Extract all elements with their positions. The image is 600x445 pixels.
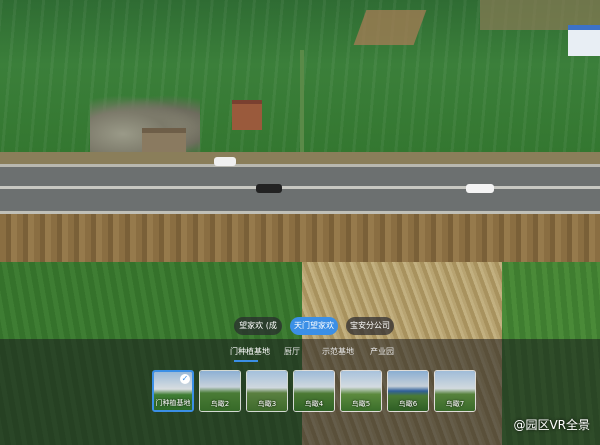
scene-thumbnail[interactable]: 鸟瞰4 [293,370,335,412]
scene-group-pill[interactable]: 望家欢 (成 [234,317,282,335]
thumbnail-label: 鸟瞰2 [210,400,230,408]
dry-verge [0,214,600,262]
scene-thumbnail[interactable]: 鸟瞰7 [434,370,476,412]
watermark: @园区VR全景 [513,418,590,432]
field-path [300,50,304,162]
field-strip [353,10,427,45]
scene-thumbnail[interactable]: 鸟瞰2 [199,370,241,412]
highway [0,164,600,214]
subtab-active[interactable]: 门种植基地 [230,346,270,357]
scene-group-pill-active[interactable]: 天门望家欢 [290,317,338,335]
scene-thumbnail-strip: ✓ 门种植基地 鸟瞰2 鸟瞰3 鸟瞰4 鸟瞰5 鸟瞰6 鸟瞰7 [0,370,600,414]
check-icon: ✓ [180,374,190,384]
thumbnail-label: 鸟瞰6 [398,400,418,408]
scene-thumbnail[interactable]: 鸟瞰3 [246,370,288,412]
car [466,184,494,193]
scene-group-bar: 望家欢 (成 天门望家欢 宝安分公司 [0,317,600,337]
car [256,184,282,193]
farmhouse [142,128,186,153]
car [214,157,236,166]
thumbnail-label: 鸟瞰3 [257,400,277,408]
scene-group-pill[interactable]: 宝安分公司 [346,317,394,335]
farmhouse [232,100,262,130]
building [568,25,600,56]
scene-thumbnail[interactable]: 鸟瞰5 [340,370,382,412]
road-edge-line [0,164,600,167]
subtab-bar: 门种植基地 厨厅 示范基地 产业园 [0,346,600,362]
scene-thumbnail[interactable]: 鸟瞰6 [387,370,429,412]
thumbnail-label: 鸟瞰4 [304,400,324,408]
subtab[interactable]: 厨厅 [284,346,300,357]
thumbnail-label: 鸟瞰5 [351,400,371,408]
scene-thumbnail[interactable]: ✓ 门种植基地 [152,370,194,412]
subtab-active-indicator [234,360,258,362]
subtab[interactable]: 产业园 [370,346,394,357]
thumbnail-label: 鸟瞰7 [445,400,465,408]
thumbnail-label: 门种植基地 [155,399,191,407]
subtab[interactable]: 示范基地 [322,346,354,357]
road-divider [0,186,600,189]
